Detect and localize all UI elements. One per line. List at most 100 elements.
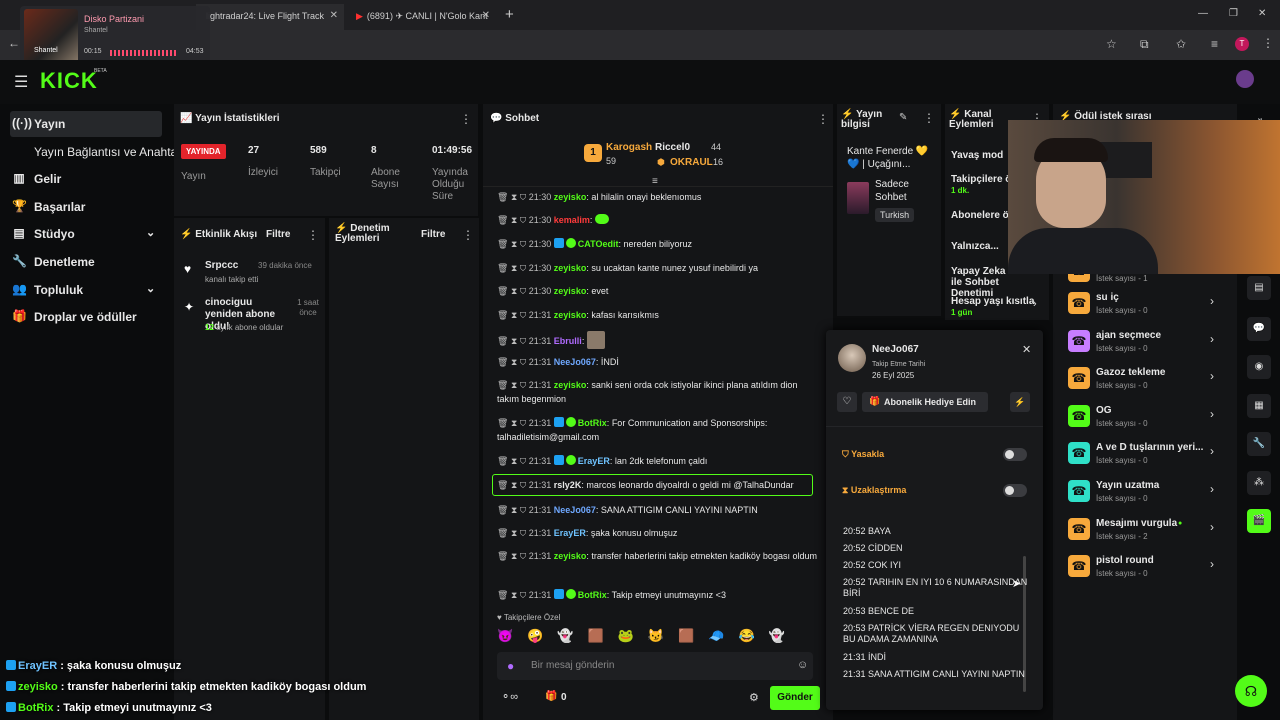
chevron-right-icon[interactable]: › [1210, 520, 1214, 534]
clapper-tool-icon[interactable]: 🎬 [1247, 509, 1271, 533]
timeout-icon[interactable]: ⧗ [511, 528, 520, 538]
chevron-right-icon[interactable]: › [1210, 369, 1214, 383]
reading-list-icon[interactable]: ≡ [1211, 37, 1218, 51]
bookmarks-icon[interactable]: ✩ [1176, 37, 1186, 51]
chat-username[interactable]: zeyisko [554, 380, 587, 390]
message-input[interactable]: ● Bir mesaj gönderin ☺ [497, 652, 813, 680]
activity-filter-button[interactable]: Filtre [266, 229, 290, 240]
delete-icon[interactable]: 🗑 [497, 336, 511, 346]
delete-icon[interactable]: 🗑 [497, 310, 511, 320]
chat-message[interactable]: 🗑 ⧗ ⛉ 21:31 BotRix: For Communication an… [497, 416, 817, 444]
subscribers-mode-action[interactable]: Abonelere öz [951, 210, 1014, 221]
slow-mode-action[interactable]: Yavaş mod [951, 150, 1003, 161]
support-headset-icon[interactable]: ☊ [1235, 675, 1267, 707]
ban-icon[interactable]: ⛉ [520, 192, 529, 202]
ban-icon[interactable]: ⛉ [520, 480, 529, 490]
timeout-icon[interactable]: ⧗ [511, 418, 520, 428]
delete-icon[interactable]: 🗑 [497, 551, 511, 561]
mod-action-icon[interactable]: ⚡ [1010, 392, 1030, 412]
close-tab-icon[interactable]: ✕ [330, 10, 338, 21]
chat-message[interactable]: 🗑 ⧗ ⛉ 21:30 CATOedit: nereden biliyoruz [497, 237, 817, 251]
chat-message[interactable]: 🗑 ⧗ ⛉ 21:31 zeyisko: sanki seni orda cok… [497, 378, 817, 406]
layout-tool-icon[interactable]: ▦ [1247, 394, 1271, 418]
bookmark-star-icon[interactable]: ☆ [1106, 37, 1117, 51]
delete-icon[interactable]: 🗑 [497, 380, 511, 390]
timeout-icon[interactable]: ⧗ [511, 590, 520, 600]
chat-message[interactable]: 🗑 ⧗ ⛉ 21:30 zeyisko: evet [497, 284, 817, 298]
delete-icon[interactable]: 🗑 [497, 480, 511, 490]
emote-picker-row[interactable]: 😈🤪👻🟫🐸😼🟫🧢😂👻 [497, 628, 817, 646]
reward-item[interactable]: ☎ pistol round İstek sayısı - 0 › [1068, 553, 1228, 587]
chat-username[interactable]: CATOedit [578, 239, 619, 249]
chevron-right-icon[interactable]: › [1210, 332, 1214, 346]
delete-icon[interactable]: 🗑 [497, 192, 511, 202]
chat-username[interactable]: zeyisko [554, 263, 587, 273]
delete-icon[interactable]: 🗑 [497, 505, 511, 515]
ban-toggle[interactable] [1003, 448, 1027, 461]
timeout-toggle[interactable] [1003, 484, 1027, 497]
timeout-icon[interactable]: ⧗ [511, 263, 520, 273]
timeout-icon[interactable]: ⧗ [511, 310, 520, 320]
reward-item[interactable]: ☎ Gazoz tekleme İstek sayısı - 0 › [1068, 365, 1228, 399]
ban-icon[interactable]: ⛉ [520, 551, 529, 561]
reward-item[interactable]: ☎ su iç İstek sayısı - 0 › [1068, 290, 1228, 324]
seek-bar[interactable] [110, 50, 178, 56]
more-options-icon[interactable]: ⋮ [307, 228, 319, 242]
chevron-right-icon[interactable]: › [1210, 557, 1214, 571]
chat-message[interactable]: 🗑 ⧗ ⛉ 21:31 rsly2K: marcos leonardo diyo… [497, 478, 817, 492]
sidebar-item-gelir[interactable]: ▥ Gelir [10, 166, 162, 192]
more-options-icon[interactable]: ⋮ [460, 112, 472, 126]
ban-icon[interactable]: ⛉ [520, 215, 529, 225]
chat-username[interactable]: BotRix [578, 590, 607, 600]
delete-icon[interactable]: 🗑 [497, 456, 511, 466]
ban-icon[interactable]: ⛉ [520, 505, 529, 515]
kick-logo[interactable]: KICK [40, 68, 98, 94]
close-tab-icon[interactable]: ✕ [482, 10, 490, 21]
delete-icon[interactable]: 🗑 [497, 263, 511, 273]
sidebar-item-yayin[interactable]: ((·)) Yayın [10, 111, 162, 137]
more-options-icon[interactable]: ⋮ [817, 112, 829, 126]
timeout-icon[interactable]: ⧗ [511, 505, 520, 515]
ban-icon[interactable]: ⛉ [520, 310, 529, 320]
delete-icon[interactable]: 🗑 [497, 239, 511, 249]
chat-message[interactable]: 🗑 ⧗ ⛉ 21:31 Ebrulli: [497, 331, 817, 349]
reward-item[interactable]: ☎ A ve D tuşlarının yeri... İstek sayısı -… [1068, 440, 1228, 474]
ban-icon[interactable]: ⛉ [520, 336, 529, 346]
chat-username[interactable]: zeyisko [554, 286, 587, 296]
chat-username[interactable]: rsly2K [554, 480, 582, 490]
timeout-icon[interactable]: ⧗ [511, 551, 520, 561]
edit-pencil-icon[interactable]: ✎ [899, 112, 907, 123]
chat-username[interactable]: NeeJo067 [554, 505, 596, 515]
timeout-icon[interactable]: ⧗ [511, 357, 520, 367]
second-gifter-name[interactable]: Riccel0 [655, 142, 690, 153]
delete-icon[interactable]: 🗑 [497, 357, 511, 367]
nodes-tool-icon[interactable]: ⁂ [1247, 471, 1271, 495]
timeout-icon[interactable]: ⧗ [511, 456, 520, 466]
chat-message[interactable]: 🗑 ⧗ ⛉ 21:31 NeeJo067: SANA ATTIGIM CANLI… [497, 503, 817, 517]
restore-button[interactable]: ❐ [1229, 8, 1238, 19]
chat-message[interactable]: 🗑 ⧗ ⛉ 21:30 kemalim: [497, 213, 817, 227]
chat-message[interactable]: 🗑 ⧗ ⛉ 21:31 NeeJo067: İNDİ [497, 355, 817, 369]
chevron-right-icon[interactable]: › [1210, 444, 1214, 458]
timeout-icon[interactable]: ⧗ [511, 215, 520, 225]
close-window-button[interactable]: ✕ [1258, 8, 1266, 19]
delete-icon[interactable]: 🗑 [497, 418, 511, 428]
settings-gear-icon[interactable]: ⚙ [749, 691, 759, 704]
chat-message[interactable]: 🗑 ⧗ ⛉ 21:31 ErayER: şaka konusu olmuşuz [497, 526, 817, 540]
activity-user[interactable]: Srpccc [205, 260, 238, 271]
chevron-right-icon[interactable]: › [1210, 294, 1214, 308]
ban-icon[interactable]: ⛉ [520, 263, 529, 273]
reward-item[interactable]: ☎ OG İstek sayısı - 0 › [1068, 403, 1228, 437]
ban-icon[interactable]: ⛉ [520, 456, 529, 466]
close-icon[interactable]: ✕ [1022, 343, 1031, 356]
gift-sub-button[interactable]: 🎁 Abonelik Hediye Edin [862, 392, 988, 412]
timeout-icon[interactable]: ⧗ [511, 480, 520, 490]
chat-message[interactable]: 🗑 ⧗ ⛉ 21:31 ErayER: lan 2dk telefonum ça… [497, 454, 817, 468]
mic-icon[interactable]: ● [507, 659, 514, 673]
reward-item[interactable]: ☎ Mesajımı vurgula ● İstek sayısı - 2 › [1068, 516, 1228, 550]
browser-tab[interactable]: ▶ (6891) ✈ CANLI | N'Golo Kant ✕ [346, 4, 496, 30]
send-button[interactable]: Gönder [770, 686, 820, 710]
minimize-button[interactable]: — [1198, 8, 1208, 19]
chat-username[interactable]: NeeJo067 [554, 357, 596, 367]
kick-points-icon[interactable]: ⚬∞ [501, 690, 518, 703]
